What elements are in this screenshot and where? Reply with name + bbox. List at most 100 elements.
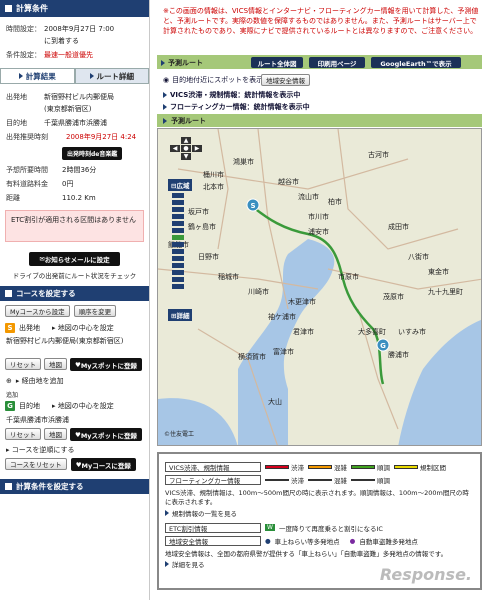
place-label: 九十九里町 xyxy=(428,287,463,296)
place-label: いすみ市 xyxy=(398,327,426,336)
place-label: 市川市 xyxy=(308,212,329,221)
mycourse-button[interactable]: Myコースから設定 xyxy=(5,305,70,317)
place-label: 袖ケ浦市 xyxy=(268,312,296,321)
legend-panel: VICS渋滞、規制情報 渋滞 混雑 順調 規制区間 フローティングカー情報 渋滞… xyxy=(157,452,482,590)
time-value2: に到着する xyxy=(44,37,79,45)
place-label: 古河市 xyxy=(368,150,389,159)
place-label: 大多喜町 xyxy=(358,327,386,336)
origin-myspot-button[interactable]: ♥ Myスポットに登録 xyxy=(70,358,143,371)
dest-center-link[interactable]: ▸ 地図の中心を設定 xyxy=(52,401,114,411)
order-button[interactable]: 順序を変更 xyxy=(73,305,117,317)
origin-value2: (東京都新宿区) xyxy=(44,105,92,113)
place-label: 鴻巣市 xyxy=(233,157,254,166)
etc-label: ETC割引情報 xyxy=(165,522,261,533)
course-dest-value: 千葉県勝浦市浜勝浦 xyxy=(6,416,69,424)
fc-congest-swatch xyxy=(308,478,332,481)
jam-swatch xyxy=(265,464,289,469)
wide-button[interactable]: ⊟広域 xyxy=(168,179,193,191)
route-map[interactable]: S G 古河市 桶川市 北本市 鴻巣市 坂戸市 越谷市 鶴ヶ島市 飯能市 流山市… xyxy=(157,128,482,446)
dest-reset-button[interactable]: リセット xyxy=(5,428,41,440)
map-canvas: S G 古河市 桶川市 北本市 鴻巣市 坂戸市 越谷市 鶴ヶ島市 飯能市 流山市… xyxy=(158,129,481,445)
route-section-bar: 予測ルート xyxy=(157,114,482,127)
origin-center-link[interactable]: ▸ 地図の中心を設定 xyxy=(52,323,114,333)
origin-marker-label: S xyxy=(250,202,255,210)
place-label: 八街市 xyxy=(408,252,429,261)
right-panel: ※この画面の情報は、VICS情報とインターナビ・フローティングカー情報を用いて計… xyxy=(151,0,486,600)
pan-center-icon[interactable]: ● xyxy=(181,145,191,152)
depart-music-button[interactable]: 出発時刻de音楽鑑 xyxy=(62,147,123,160)
place-label: 越谷市 xyxy=(278,177,299,186)
dest-map-button[interactable]: 地図 xyxy=(44,428,67,440)
place-label: 鶴ヶ島市 xyxy=(188,222,216,231)
car-theft-icon: ● xyxy=(265,536,271,545)
course-origin-label: 出発地 xyxy=(19,324,40,332)
calc-conditions-header: 計算条件 xyxy=(0,0,149,17)
depart-value: 2008年9月27日 4:24 xyxy=(66,133,137,141)
course-origin-value: 新宿野村ビル内郵便局(東京都新宿区) xyxy=(6,337,124,345)
add-label: 追加 xyxy=(6,392,19,399)
cond-label: 条件設定： xyxy=(6,51,41,59)
place-label: 東金市 xyxy=(428,267,449,276)
etc-desc: 一度降りて再度乗ると割引になるIC xyxy=(278,524,383,533)
floating-link[interactable]: フローティングカー情報：統計情報を表示中 xyxy=(163,102,310,112)
restrict-swatch xyxy=(394,464,418,469)
place-label: 坂戸市 xyxy=(188,207,209,216)
left-panel: 計算条件 時間設定： 2008年9月27日 7:00 に到着する 条件設定： 最速一… xyxy=(0,0,150,600)
mail-setting-button[interactable]: ✉ お知らせメールに設定 xyxy=(29,252,120,266)
dest-value: 千葉県勝浦市浜勝浦 xyxy=(44,119,107,127)
fc-label: フローティングカー情報 xyxy=(165,474,261,485)
list-link[interactable]: 規制情報の一覧を見る xyxy=(165,508,474,518)
add-icon[interactable]: ⊕ xyxy=(6,377,12,385)
place-label: 浦安市 xyxy=(308,227,329,236)
tab-route-detail[interactable]: ルート詳細 xyxy=(74,68,149,83)
place-label: 富津市 xyxy=(273,347,294,356)
congest-swatch xyxy=(308,464,332,469)
origin-value: 新宿野村ビル内郵便局 xyxy=(44,93,114,101)
mycourse-register-button[interactable]: ♥ Myコースに登録 xyxy=(70,458,136,471)
origin-label: 出発地 xyxy=(6,93,27,101)
reverse-link[interactable]: ▸ コースを逆順にする xyxy=(0,442,149,458)
section-label: 予測ルート xyxy=(161,58,203,68)
detail-button[interactable]: ⊞詳細 xyxy=(168,309,193,321)
print-button[interactable]: 印刷用ページ xyxy=(309,57,365,68)
depart-label: 出発推奨時刻 xyxy=(6,133,48,141)
course-dest-label: 目的地 xyxy=(19,402,40,410)
etc-note: ETC割引が適用される区間はありません xyxy=(5,210,144,242)
safety-button[interactable]: 地域安全情報 xyxy=(261,74,310,86)
via-link[interactable]: ▸ 経由地を追加 xyxy=(16,376,64,386)
pan-right-icon[interactable]: ▶ xyxy=(192,145,202,152)
calc-set-header: 計算条件を設定する xyxy=(0,479,149,494)
place-label: 日野市 xyxy=(198,252,219,261)
copyright: ©住友電工 xyxy=(164,431,195,438)
legend-note2: 地域安全情報は、全国の都府県警が提供する「車上ねらい」「自動車盗難」多発地点の情… xyxy=(165,550,448,558)
triangle-icon xyxy=(89,73,94,79)
safety-label: 地域安全情報 xyxy=(165,535,261,546)
pan-up-icon[interactable]: ▲ xyxy=(181,137,191,144)
dest-g-icon: G xyxy=(5,401,15,411)
cond-value: 最速一般道優先 xyxy=(44,51,93,59)
place-label: 大山 xyxy=(268,397,282,406)
origin-s-icon: S xyxy=(5,323,15,333)
pan-down-icon[interactable]: ▼ xyxy=(181,153,191,160)
origin-map-button[interactable]: 地図 xyxy=(44,358,67,370)
vics-label: VICS渋滞、規制情報 xyxy=(165,461,261,472)
mail-note: ドライブの出発前にルート状況をチェック xyxy=(12,272,137,280)
spot-link[interactable]: ◉ 目的地付近にスポットを表示 xyxy=(163,75,263,85)
place-label: 木更津市 xyxy=(288,297,316,306)
vics-link[interactable]: VICS渋滞・規制情報：統計情報を表示中 xyxy=(163,90,300,100)
place-label: 市原市 xyxy=(338,272,359,281)
result-tabs: 計算結果 ルート詳細 xyxy=(0,68,149,84)
google-earth-button[interactable]: GoogleEarth™で表示 xyxy=(371,57,461,68)
dest-myspot-button[interactable]: ♥ Myスポットに登録 xyxy=(70,428,143,441)
origin-reset-button[interactable]: リセット xyxy=(5,358,41,370)
tab-calc-result[interactable]: 計算結果 xyxy=(0,68,75,83)
car-stolen-icon: ● xyxy=(349,536,356,545)
route-all-button[interactable]: ルート全体図 xyxy=(251,57,303,68)
time-value: 2008年9月27日 7:00 xyxy=(44,25,115,33)
reset-course-button[interactable]: コースをリセット xyxy=(5,458,67,470)
toll-label: 有料道路料金 xyxy=(6,180,48,188)
place-label: 横須賀市 xyxy=(238,352,266,361)
legend-note1: VICS渋滞、規制情報は、100m〜500m間尺の時に表示されます。順調情報は、… xyxy=(165,489,469,506)
pan-left-icon[interactable]: ◀ xyxy=(170,145,180,152)
zoom-slider[interactable] xyxy=(172,193,184,303)
